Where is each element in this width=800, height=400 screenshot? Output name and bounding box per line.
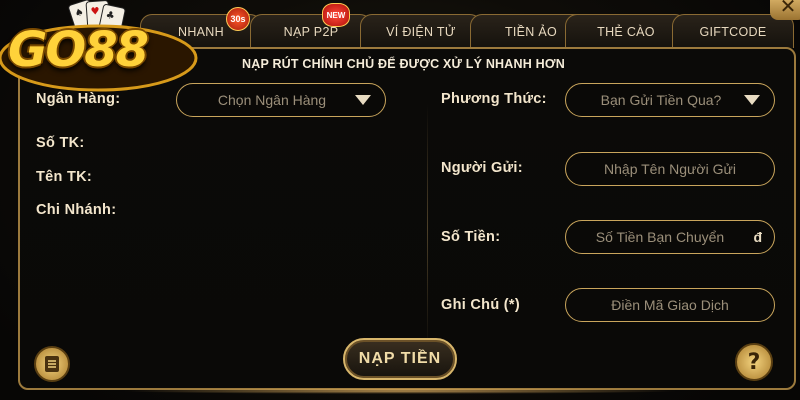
amount-label: Số Tiền: xyxy=(441,229,501,245)
account-number-label: Số TK: xyxy=(36,135,85,151)
currency-dong: đ xyxy=(753,229,762,245)
question-icon: ? xyxy=(747,349,761,375)
badge-30s: 30s xyxy=(226,7,250,31)
column-divider xyxy=(427,103,428,353)
sender-label: Người Gửi: xyxy=(441,160,523,176)
bottom-glow xyxy=(120,388,680,394)
close-button[interactable]: ✕ xyxy=(770,0,800,20)
bank-label: Ngân Hàng: xyxy=(36,91,121,107)
branch-label: Chi Nhánh: xyxy=(36,202,117,218)
chevron-down-icon xyxy=(744,95,760,105)
deposit-screen: NHANH 30s NẠP P2P NEW VÍ ĐIỆN TỬ TIỀN ẢO… xyxy=(0,0,800,400)
chevron-down-icon xyxy=(355,95,371,105)
account-name-label: Tên TK: xyxy=(36,169,93,185)
help-button[interactable]: ? xyxy=(735,343,773,381)
method-select[interactable]: Bạn Gửi Tiền Qua? xyxy=(565,83,775,117)
history-button[interactable] xyxy=(34,346,70,382)
tab-the-cao[interactable]: THẺ CÀO xyxy=(565,14,687,48)
note-label: Ghi Chú (*) xyxy=(441,297,521,313)
sender-field[interactable] xyxy=(565,152,775,186)
tab-nap-p2p[interactable]: NẠP P2P xyxy=(250,14,372,48)
notice-text: NẠP RÚT CHÍNH CHỦ ĐỂ ĐƯỢC XỬ LÝ NHANH HƠ… xyxy=(242,57,565,71)
note-input[interactable] xyxy=(566,296,774,314)
amount-input[interactable] xyxy=(566,228,774,246)
logo-text: GO88 xyxy=(8,22,149,78)
deposit-button[interactable]: NẠP TIỀN xyxy=(343,338,457,380)
go88-logo: ♠ ♥ ♣ GO88 xyxy=(0,0,200,100)
svg-text:♥: ♥ xyxy=(90,6,100,18)
close-icon: ✕ xyxy=(779,0,797,18)
document-icon xyxy=(45,356,59,372)
badge-new: NEW xyxy=(322,3,350,27)
sender-input[interactable] xyxy=(566,160,774,178)
note-field[interactable] xyxy=(565,288,775,322)
method-label: Phương Thức: xyxy=(441,91,547,107)
amount-field[interactable]: đ xyxy=(565,220,775,254)
bank-select[interactable]: Chọn Ngân Hàng xyxy=(176,83,386,117)
tab-vi-dien-tu[interactable]: VÍ ĐIỆN TỬ xyxy=(360,14,482,48)
